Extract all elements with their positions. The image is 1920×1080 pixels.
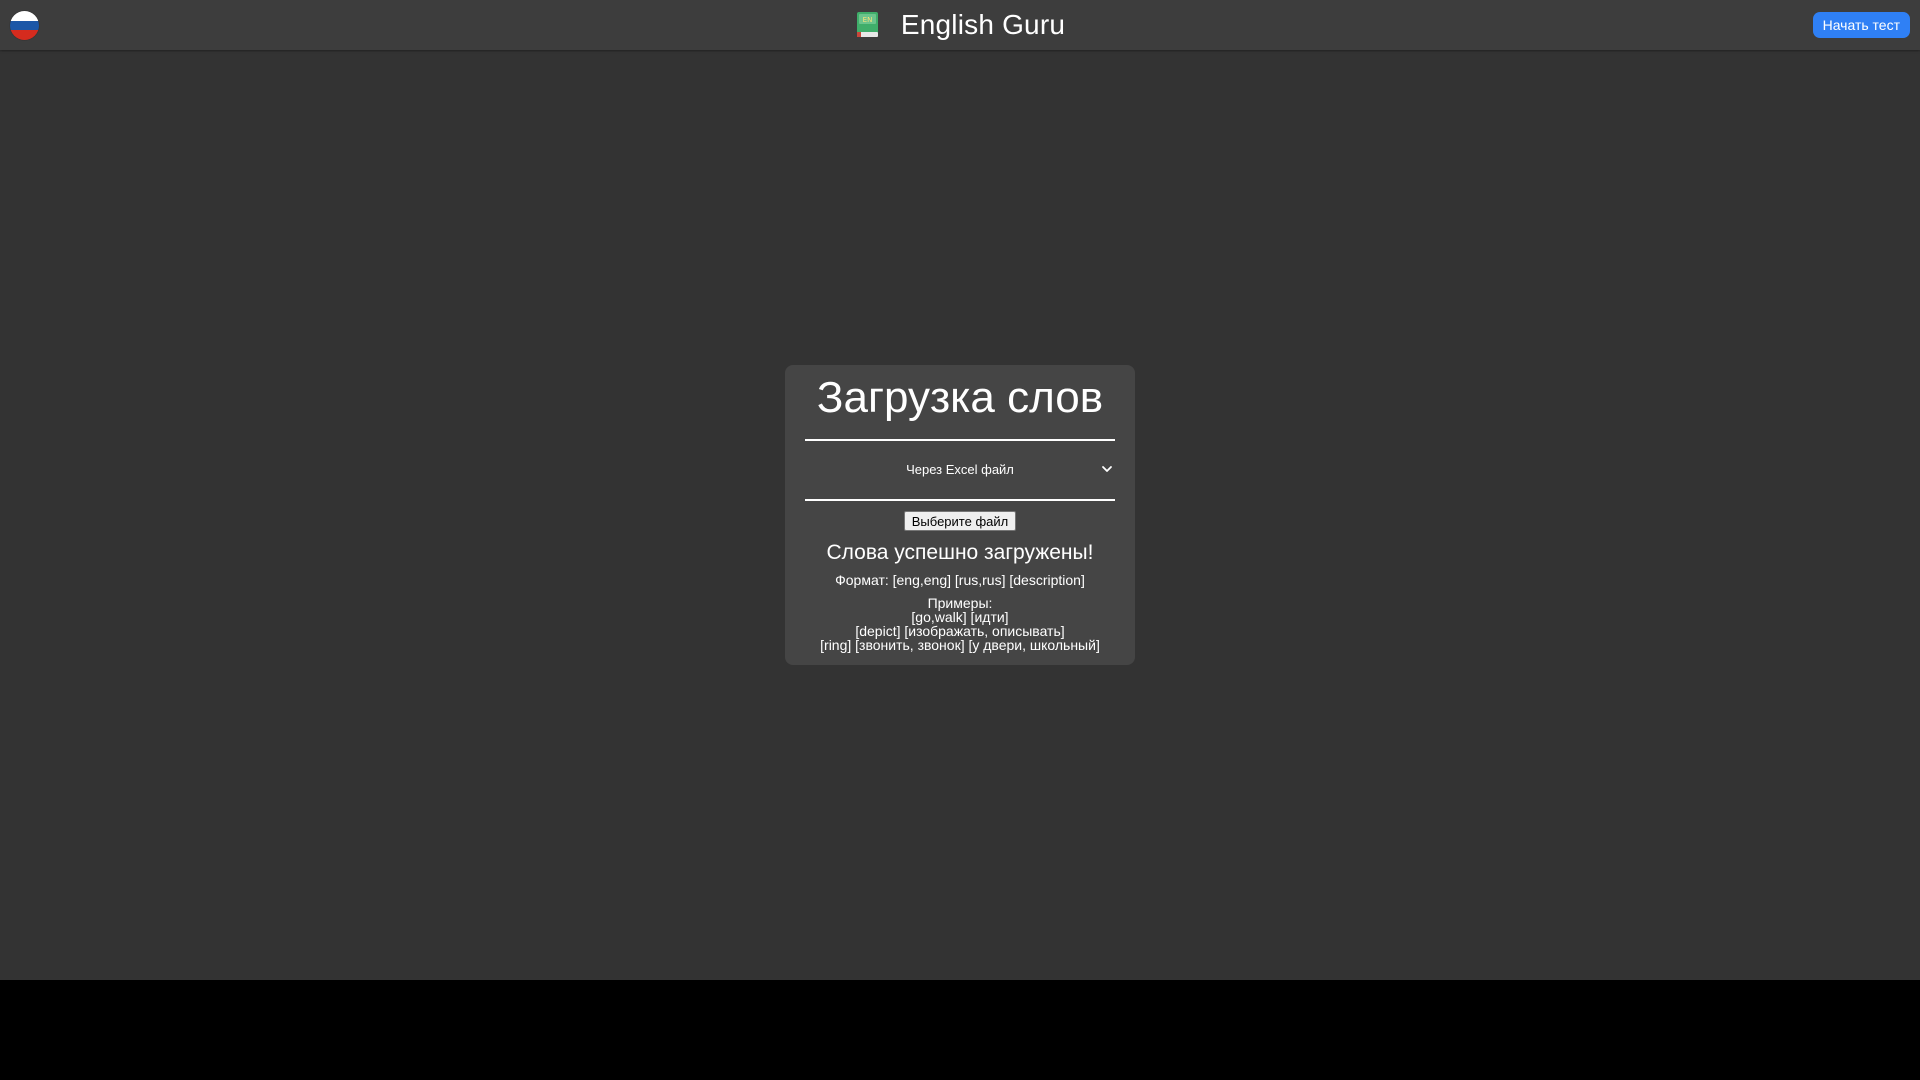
example-line: [depict] [изображать, описывать] [855,623,1065,639]
green-book-icon: EN [856,12,878,37]
start-test-button[interactable]: Начать тест [1812,12,1910,38]
brand: EN English Guru [0,0,1920,50]
card-title: Загрузка слов [816,373,1104,422]
upload-method-value: Через Excel файл [906,462,1014,477]
divider [805,499,1115,501]
word-upload-card: Загрузка слов Через Excel файл Выберите … [785,365,1135,665]
russia-flag-icon[interactable] [10,11,39,40]
example-line: [ring] [звонить, звонок] [у двери, школь… [820,637,1100,653]
example-line: [go,walk] [идти] [911,609,1009,625]
svg-text:EN: EN [863,16,873,24]
top-bar: EN English Guru Начать тест [0,0,1920,50]
chevron-down-icon [1102,466,1112,472]
app-title: English Guru [900,9,1066,40]
choose-file-button[interactable]: Выберите файл [903,511,1017,531]
format-hint: Формат: [eng,eng] [rus,rus] [description… [835,572,1085,588]
examples-heading: Примеры: [927,595,993,611]
upload-method-select[interactable]: Через Excel файл [805,441,1115,499]
page-viewport: EN English Guru Начать тест Загрузка сло… [0,0,1920,980]
success-message: Слова успешно загружены! [826,541,1094,564]
examples-block: Примеры: [go,walk] [идти] [depict] [изоб… [785,596,1135,652]
